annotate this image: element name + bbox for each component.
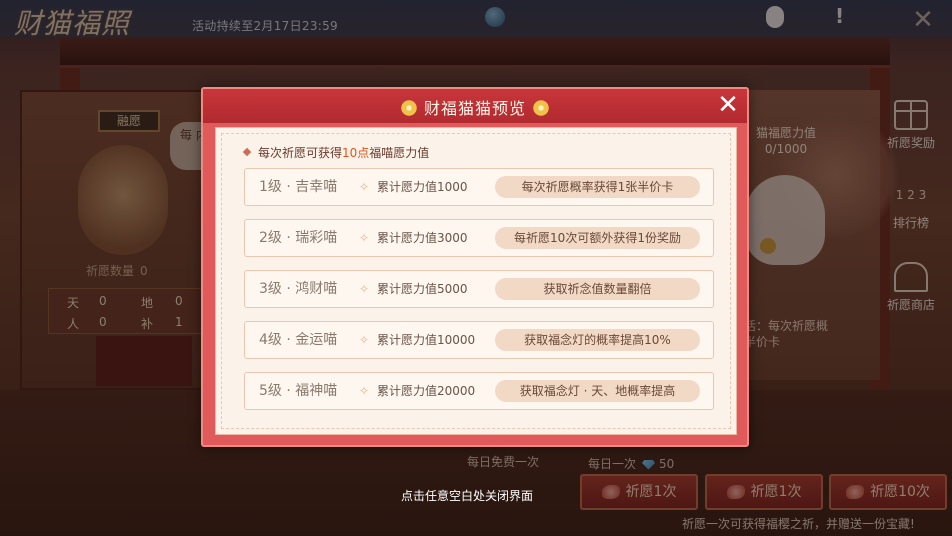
- level-name: 5级 · 福神喵: [259, 383, 338, 399]
- sparkle-icon: ✧: [359, 180, 370, 194]
- sparkle-icon: ✧: [359, 333, 370, 347]
- intro-prefix: 每次祈愿可获得: [258, 146, 343, 160]
- level-reward: 获取福念灯的概率提高10%: [495, 329, 700, 351]
- level-value: 累计愿力值1000: [377, 180, 468, 194]
- close-hint: 点击任意空白处关闭界面: [401, 489, 534, 503]
- level-name: 1级 · 吉幸喵: [259, 179, 338, 195]
- level-row: 1级 · 吉幸喵 ✧ 累计愿力值1000 每次祈愿概率获得1张半价卡: [244, 168, 714, 206]
- modal-body: 每次祈愿可获得10点福喵愿力值 1级 · 吉幸喵 ✧ 累计愿力值1000 每次祈…: [215, 127, 737, 435]
- modal-title-text: 财福猫猫预览: [423, 99, 526, 118]
- intro-highlight: 10点: [342, 146, 370, 160]
- sparkle-icon: ✧: [359, 282, 370, 296]
- level-value: 累计愿力值20000: [377, 384, 476, 398]
- level-reward: 获取祈念值数量翻倍: [495, 278, 700, 300]
- level-reward: 获取福念灯 · 天、地概率提高: [495, 380, 700, 402]
- modal-title: 财福猫猫预览: [203, 95, 747, 119]
- level-row: 5级 · 福神喵 ✧ 累计愿力值20000 获取福念灯 · 天、地概率提高: [244, 372, 714, 410]
- preview-modal: 财福猫猫预览 ✕ 每次祈愿可获得10点福喵愿力值 1级 · 吉幸喵 ✧ 累计愿力…: [201, 87, 749, 447]
- level-reward: 每次祈愿概率获得1张半价卡: [495, 176, 700, 198]
- level-value: 累计愿力值3000: [377, 231, 468, 245]
- sparkle-icon: ✧: [359, 384, 370, 398]
- level-row: 4级 · 金运喵 ✧ 累计愿力值10000 获取福念灯的概率提高10%: [244, 321, 714, 359]
- level-name: 2级 · 瑞彩喵: [259, 230, 338, 246]
- flower-icon: [532, 99, 550, 117]
- level-value: 累计愿力值10000: [377, 333, 476, 347]
- flower-icon: [399, 99, 418, 117]
- level-value: 累计愿力值5000: [377, 282, 468, 296]
- diamond-icon: [242, 147, 252, 157]
- level-row: 2级 · 瑞彩喵 ✧ 累计愿力值3000 每祈愿10次可额外获得1份奖励: [244, 219, 714, 257]
- level-reward: 每祈愿10次可额外获得1份奖励: [495, 227, 700, 249]
- level-name: 4级 · 金运喵: [259, 332, 338, 348]
- modal-close-icon[interactable]: ✕: [713, 91, 743, 121]
- level-name: 3级 · 鸿财喵: [259, 281, 338, 297]
- level-row: 3级 · 鸿财喵 ✧ 累计愿力值5000 获取祈念值数量翻倍: [244, 270, 714, 308]
- intro-text: 每次祈愿可获得10点福喵愿力值: [242, 144, 430, 161]
- intro-suffix: 福喵愿力值: [369, 146, 430, 160]
- sparkle-icon: ✧: [359, 231, 370, 245]
